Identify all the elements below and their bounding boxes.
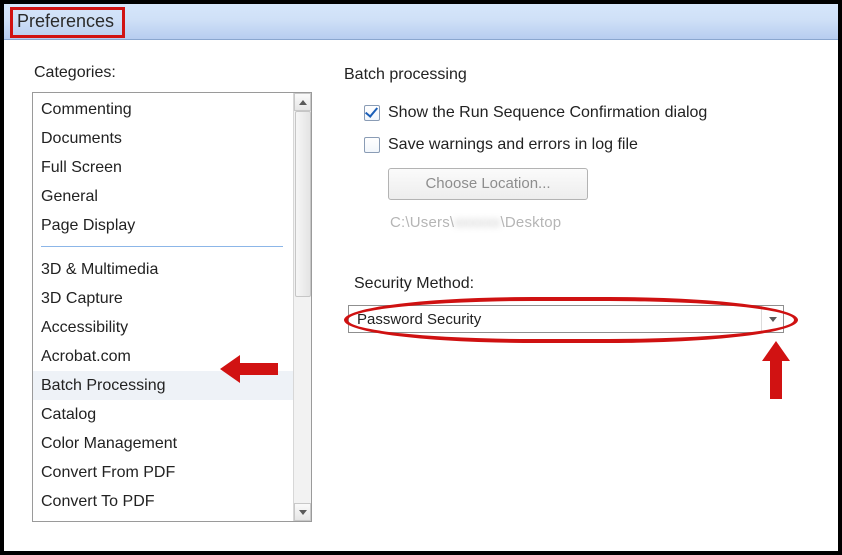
categories-heading: Categories: [34, 64, 312, 82]
chevron-up-icon [299, 100, 307, 105]
checkbox-icon[interactable] [364, 105, 380, 121]
list-divider [41, 246, 283, 247]
list-item[interactable]: Full Screen [33, 153, 293, 182]
list-item[interactable]: Convert To PDF [33, 487, 293, 516]
settings-panel: Batch processing Show the Run Sequence C… [312, 58, 820, 551]
list-item[interactable]: Color Management [33, 429, 293, 458]
scroll-track[interactable] [294, 111, 311, 503]
security-method-dropdown[interactable]: Password Security [348, 305, 784, 333]
list-item[interactable]: 3D Capture [33, 284, 293, 313]
chevron-down-icon [769, 317, 777, 322]
content-area: Categories: Commenting Documents Full Sc… [4, 40, 838, 551]
choose-location-button[interactable]: Choose Location... [388, 168, 588, 200]
option-show-confirmation[interactable]: Show the Run Sequence Confirmation dialo… [364, 104, 820, 122]
scroll-down-button[interactable] [294, 503, 311, 521]
list-item[interactable]: Acrobat.com [33, 342, 293, 371]
security-method-row: Password Security [348, 305, 820, 333]
log-path-text: C:\Users\xxxxxx\Desktop [390, 214, 820, 231]
list-item[interactable]: Page Display [33, 211, 293, 240]
list-item[interactable]: 3D & Multimedia [33, 255, 293, 284]
list-item[interactable]: Convert From PDF [33, 458, 293, 487]
security-method-label: Security Method: [354, 275, 820, 293]
window-title: Preferences [10, 7, 125, 38]
path-suffix: \Desktop [501, 214, 562, 231]
option-label: Save warnings and errors in log file [388, 136, 638, 154]
list-item[interactable]: Accessibility [33, 313, 293, 342]
annotation-arrow-up-icon [762, 341, 790, 399]
scroll-up-button[interactable] [294, 93, 311, 111]
dropdown-button[interactable] [761, 306, 783, 332]
option-save-log[interactable]: Save warnings and errors in log file [364, 136, 820, 154]
panel-title: Batch processing [344, 66, 820, 84]
list-item[interactable]: Catalog [33, 400, 293, 429]
list-item[interactable]: Commenting [33, 95, 293, 124]
list-item[interactable]: General [33, 182, 293, 211]
chevron-down-icon [299, 510, 307, 515]
path-user-blurred: xxxxxx [454, 214, 500, 231]
title-bar: Preferences [4, 4, 838, 40]
list-item[interactable]: Documents [33, 124, 293, 153]
categories-list[interactable]: Commenting Documents Full Screen General… [33, 93, 293, 521]
checkbox-icon[interactable] [364, 137, 380, 153]
dropdown-value: Password Security [349, 311, 761, 328]
path-prefix: C:\Users\ [390, 214, 454, 231]
scroll-thumb[interactable] [295, 111, 311, 297]
option-label: Show the Run Sequence Confirmation dialo… [388, 104, 707, 122]
list-item-batch-processing[interactable]: Batch Processing [33, 371, 293, 400]
categories-column: Categories: Commenting Documents Full Sc… [32, 58, 312, 551]
categories-listbox: Commenting Documents Full Screen General… [32, 92, 312, 522]
scrollbar[interactable] [293, 93, 311, 521]
